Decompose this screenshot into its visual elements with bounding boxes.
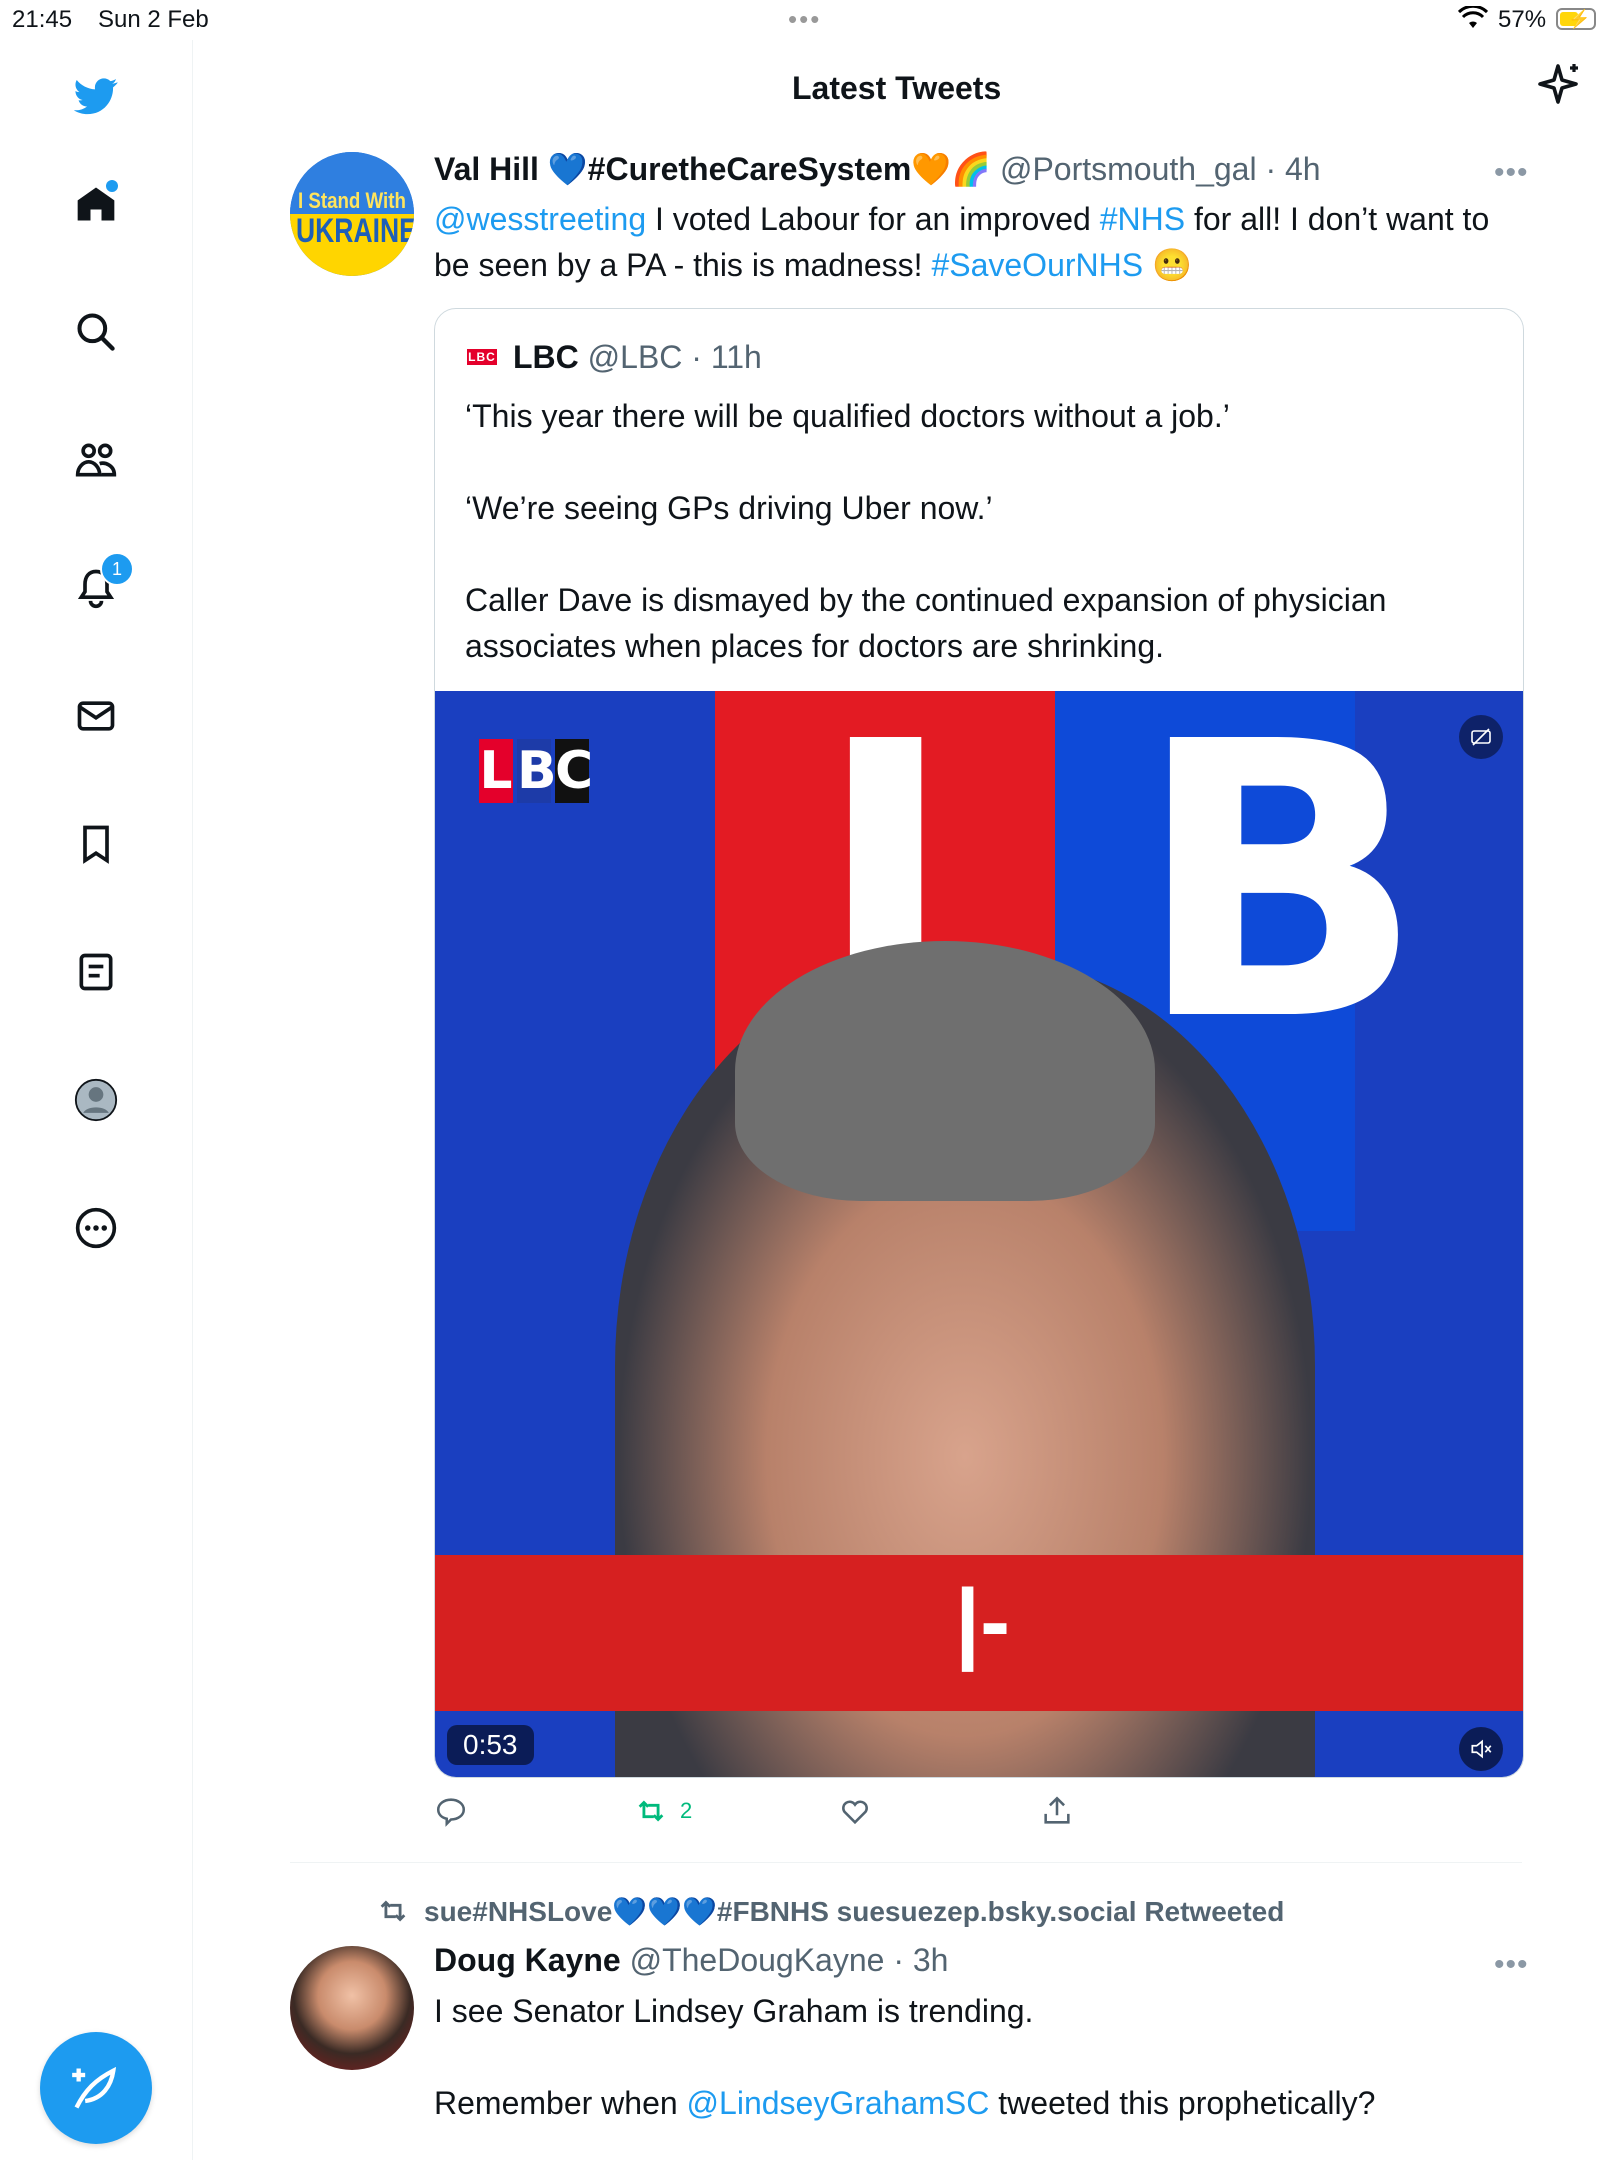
mention-link[interactable]: @LindseyGrahamSC — [687, 2085, 990, 2121]
battery-percent: 57% — [1498, 6, 1547, 33]
top-tweets-sparkle-icon[interactable] — [1536, 62, 1584, 110]
lbc-video-logo: LBC — [479, 739, 594, 803]
sidebar: 1 — [0, 40, 193, 2160]
tweet-more-button[interactable]: ••• — [1494, 156, 1529, 190]
notifications-icon[interactable]: 1 — [70, 552, 134, 614]
retweet-count: 2 — [680, 1798, 693, 1823]
status-date: Sun 2 Feb — [98, 6, 209, 33]
tweet-handle: @Portsmouth_gal — [999, 151, 1257, 187]
communities-icon[interactable] — [70, 434, 122, 486]
more-icon[interactable] — [70, 1202, 122, 1254]
tweet-text: @wesstreeting I voted Labour for an impr… — [434, 201, 1490, 283]
avatar[interactable]: I Stand With UKRAINE — [290, 152, 414, 276]
tweet-author[interactable]: Doug Kayne @TheDougKayne · 3h — [434, 1942, 948, 1979]
video-player[interactable]: I B LBC |- 0:53 — [435, 691, 1523, 1777]
share-button[interactable] — [1040, 1794, 1086, 1828]
mute-icon[interactable] — [1459, 1727, 1503, 1771]
profile-icon[interactable] — [70, 1074, 122, 1126]
quoted-tweet[interactable]: LBC LBC @LBC · 11h ‘This year there will… — [434, 308, 1524, 1778]
reply-icon — [436, 1798, 466, 1827]
compose-feather-icon — [72, 2066, 117, 2109]
home-icon[interactable] — [70, 178, 122, 230]
multitasking-dots[interactable]: ••• — [788, 4, 821, 35]
tweet-text: I see Senator Lindsey Graham is trending… — [434, 1993, 1376, 2121]
tweet-handle: @TheDougKayne — [629, 1942, 885, 1978]
battery-icon: ⚡ — [1556, 8, 1596, 30]
tweet-author[interactable]: Val Hill 💙#CuretheCareSystem🧡🌈 @Portsmou… — [434, 150, 1321, 188]
page-title: Latest Tweets — [792, 70, 1002, 106]
lower-third-text: |- — [955, 1572, 1011, 1672]
messages-icon[interactable] — [70, 690, 122, 742]
notifications-badge: 1 — [100, 552, 134, 586]
compose-tweet-button[interactable] — [40, 2032, 152, 2144]
tweet-divider — [290, 1862, 1522, 1863]
wifi-icon — [1458, 6, 1488, 28]
retweet-button[interactable]: 2 — [634, 1794, 692, 1828]
video-timer: 0:53 — [447, 1725, 534, 1765]
retweet-icon — [380, 1900, 406, 1922]
tweet-time: 3h — [912, 1942, 949, 1978]
like-button[interactable] — [838, 1794, 884, 1828]
search-icon[interactable] — [70, 306, 122, 358]
share-icon — [1044, 1796, 1070, 1824]
quoted-author: LBC @LBC · 11h — [513, 339, 762, 375]
hashtag-link[interactable]: #SaveOurNHS — [931, 247, 1143, 283]
tweet-more-button[interactable]: ••• — [1494, 1948, 1529, 1982]
hashtag-link[interactable]: #NHS — [1100, 201, 1185, 237]
captions-icon[interactable] — [1459, 715, 1503, 759]
unread-dot — [106, 180, 118, 192]
status-bar: 21:45 Sun 2 Feb ••• 57% ⚡ — [0, 0, 1620, 40]
quoted-text: ‘This year there will be qualified docto… — [465, 398, 1387, 664]
twitter-logo-icon[interactable] — [70, 70, 122, 122]
status-time: 21:45 — [12, 6, 73, 33]
retweeted-by-row[interactable]: sue#NHSLove💙💙💙#FBNHS suesuezep.bsky.soci… — [376, 1894, 1284, 1928]
mention-link[interactable]: @wesstreeting — [434, 201, 646, 237]
retweet-icon — [638, 1800, 664, 1822]
reply-button[interactable] — [434, 1794, 480, 1828]
tweet-time: 4h — [1285, 151, 1321, 187]
lbc-avatar: LBC — [467, 349, 497, 365]
lists-icon[interactable] — [70, 946, 122, 998]
heart-icon — [842, 1800, 868, 1825]
bookmarks-icon[interactable] — [70, 818, 122, 870]
avatar[interactable] — [290, 1946, 414, 2070]
